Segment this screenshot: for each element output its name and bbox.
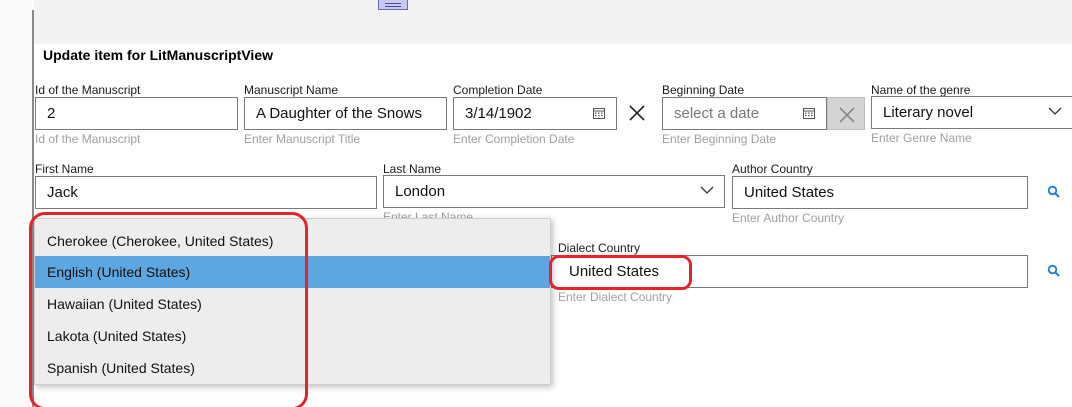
author-country-field[interactable]: United States [732, 176, 1028, 209]
completion-date-hint: Enter Completion Date [453, 132, 575, 146]
first-name-value: Jack [47, 184, 78, 201]
annotation-ring-dropdown [29, 212, 308, 407]
genre-value: Literary novel [883, 104, 974, 121]
manuscript-name-field[interactable]: A Daughter of the Snows [244, 97, 447, 130]
beginning-date-label: Beginning Date [662, 83, 745, 97]
id-label: Id of the Manuscript [35, 83, 141, 97]
header-band [34, 0, 1072, 44]
completion-date-label: Completion Date [453, 83, 543, 97]
beginning-date-hint: Enter Beginning Date [662, 132, 777, 146]
manuscript-name-value: A Daughter of the Snows [256, 105, 422, 122]
app-page: Update item for LitManuscriptView Id of … [0, 0, 1072, 407]
clear-beginning-date-button[interactable] [827, 97, 865, 130]
last-name-value: London [395, 183, 446, 200]
last-name-label: Last Name [383, 162, 442, 176]
id-value: 2 [47, 105, 56, 122]
id-field[interactable]: 2 [35, 97, 238, 130]
author-country-hint: Enter Author Country [732, 211, 845, 225]
annotation-ring-dialect-value [549, 255, 692, 290]
calendar-icon[interactable] [593, 107, 605, 119]
search-icon[interactable] [1047, 185, 1061, 199]
dialect-country-hint: Enter Dialect Country [558, 290, 673, 304]
manuscript-name-label: Manuscript Name [244, 83, 339, 97]
manuscript-name-hint: Enter Manuscript Title [244, 132, 361, 146]
completion-date-value: 3/14/1902 [465, 105, 532, 122]
chevron-down-icon [1048, 107, 1062, 115]
genre-select[interactable]: Literary novel [871, 96, 1072, 129]
dialect-country-label: Dialect Country [558, 241, 641, 255]
form-title: Update item for LitManuscriptView [43, 47, 273, 63]
clear-completion-date-icon[interactable] [625, 101, 649, 125]
genre-hint: Enter Genre Name [871, 131, 972, 145]
left-gutter [0, 0, 32, 407]
close-icon [839, 107, 855, 123]
calendar-icon[interactable] [803, 107, 815, 119]
search-icon[interactable] [1047, 264, 1061, 278]
drag-handle-icon[interactable] [378, 0, 408, 10]
beginning-date-placeholder: select a date [674, 105, 760, 122]
first-name-field[interactable]: Jack [35, 176, 377, 209]
last-name-select[interactable]: London [383, 175, 725, 208]
chevron-down-icon [700, 186, 714, 194]
first-name-label: First Name [35, 162, 94, 176]
beginning-date-picker[interactable]: select a date [662, 97, 827, 130]
author-country-label: Author Country [732, 162, 813, 176]
completion-date-picker[interactable]: 3/14/1902 [453, 97, 617, 130]
genre-label: Name of the genre [871, 83, 971, 97]
id-hint: Id of the Manuscript [35, 132, 141, 146]
author-country-value: United States [744, 184, 835, 201]
